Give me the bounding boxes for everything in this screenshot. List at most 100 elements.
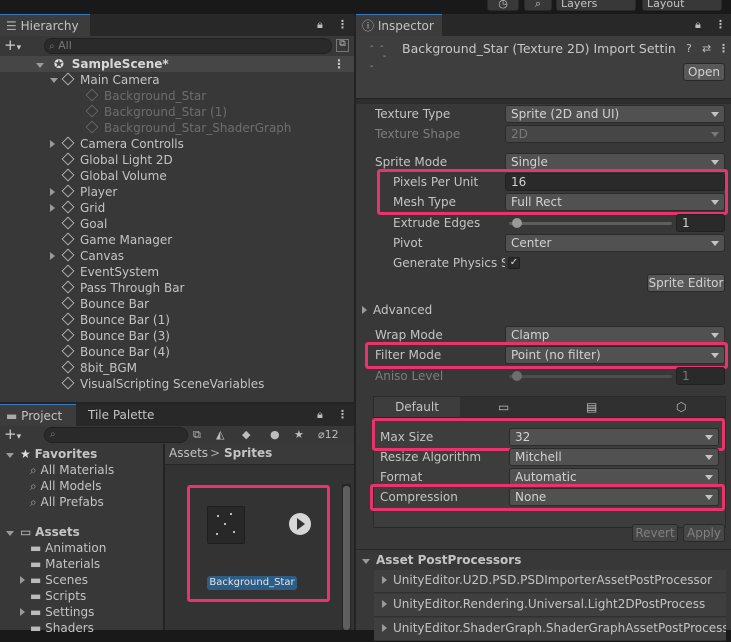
gameobject-icon <box>61 360 75 374</box>
advanced-foldout[interactable]: Advanced <box>362 300 492 320</box>
history-button[interactable]: ◷ <box>487 0 519 11</box>
texture-type-dropdown[interactable]: Sprite (2D and UI) <box>505 105 725 123</box>
breadcrumb-assets[interactable]: Assets <box>169 446 208 460</box>
fold-arrow-icon[interactable] <box>362 559 370 564</box>
resize-algorithm-dropdown[interactable]: Mitchell <box>509 448 719 466</box>
log-icon[interactable]: ● <box>270 428 280 442</box>
lock-icon[interactable]: 🔒︎ <box>317 18 323 32</box>
open-button[interactable]: Open <box>683 63 725 81</box>
filter-by-type-icon[interactable]: ◭ <box>216 428 224 442</box>
fold-arrow-icon[interactable] <box>382 600 387 608</box>
hierarchy-item[interactable]: Game Manager <box>0 232 354 248</box>
favorite-item[interactable]: ⌕ All Models <box>30 478 114 494</box>
fold-arrow-icon[interactable] <box>20 608 25 616</box>
fold-arrow-icon[interactable] <box>50 204 55 212</box>
hierarchy-item[interactable]: Background_Star_ShaderGraph <box>0 120 354 136</box>
project-scroll-thumb[interactable] <box>343 486 350 630</box>
hierarchy-item[interactable]: Bounce Bar (4) <box>0 344 354 360</box>
search-options-icon[interactable]: ⧉ <box>336 39 349 52</box>
standalone-platform-icon[interactable]: ▭ <box>498 400 509 414</box>
fold-arrow-icon[interactable] <box>50 188 55 196</box>
favorite-star-icon[interactable]: ★ <box>294 428 304 442</box>
hierarchy-item[interactable]: Goal <box>0 216 354 232</box>
tab-tile-palette[interactable]: Tile Palette <box>82 404 162 426</box>
favorite-item[interactable]: ⌕ All Prefabs <box>30 494 114 510</box>
lock-icon[interactable]: 🔒︎ <box>317 408 323 422</box>
fold-arrow-icon[interactable] <box>382 576 387 584</box>
postprocessor-item[interactable]: UnityEditor.Rendering.Universal.Light2DP… <box>374 594 726 617</box>
more-menu-icon[interactable]: ⋮ <box>337 408 348 422</box>
preset-icon[interactable]: ⇄ <box>702 42 711 56</box>
hierarchy-item[interactable]: EventSystem <box>0 264 354 280</box>
hierarchy-item[interactable]: Global Light 2D <box>0 152 354 168</box>
breadcrumb-sprites[interactable]: Sprites <box>224 446 272 460</box>
sprite-editor-button[interactable]: Sprite Editor <box>647 274 725 292</box>
lock-icon[interactable]: 🔒︎ <box>695 18 701 32</box>
fold-arrow-icon[interactable] <box>382 624 387 632</box>
project-scrollbar[interactable] <box>342 484 351 630</box>
add-object-button[interactable]: +▾ <box>4 38 21 55</box>
hierarchy-item[interactable]: Global Volume <box>0 168 354 184</box>
hierarchy-item[interactable]: Pass Through Bar <box>0 280 354 296</box>
create-asset-button[interactable]: +▾ <box>4 427 21 444</box>
fold-arrow-icon[interactable] <box>50 252 55 260</box>
webgl-platform-icon[interactable]: ⬡ <box>676 400 686 414</box>
hierarchy-item[interactable]: 8bit_BGM <box>0 360 354 376</box>
help-icon[interactable]: ? <box>686 42 692 56</box>
fold-arrow-icon[interactable] <box>50 140 55 148</box>
scene-menu-icon[interactable]: ⋮ <box>333 56 345 72</box>
tab-hierarchy[interactable]: ☰ Hierarchy <box>0 14 90 36</box>
hierarchy-item[interactable]: Background_Star <box>0 88 354 104</box>
hierarchy-item[interactable]: Camera Controlls <box>0 136 354 152</box>
folder-item[interactable]: ▬ Shaders <box>18 620 106 636</box>
extrude-edges-input[interactable]: 1 <box>676 214 725 232</box>
generate-physics-shape-checkbox[interactable]: ✓ <box>508 257 520 269</box>
tab-project[interactable]: ▬ Project <box>0 404 76 426</box>
folder-item[interactable]: ▬ Scenes <box>18 572 106 588</box>
hierarchy-item[interactable]: Player <box>0 184 354 200</box>
project-search-input[interactable]: ⌕ <box>44 427 188 443</box>
hierarchy-item[interactable]: Main Camera <box>0 72 354 88</box>
pivot-dropdown[interactable]: Center <box>505 234 725 252</box>
revert-button[interactable]: Revert <box>632 524 678 542</box>
asset-postprocessors-foldout[interactable]: Asset PostProcessors <box>362 550 662 570</box>
folder-item[interactable]: ▬ Settings <box>18 604 106 620</box>
search-by-type-icon[interactable]: ⧉ <box>193 428 201 442</box>
extrude-edges-slider[interactable] <box>509 222 672 225</box>
favorites-row[interactable]: ★ Favorites <box>6 446 97 462</box>
folder-item[interactable]: ▬ Animation <box>18 540 106 556</box>
layers-dropdown[interactable]: Layers <box>556 0 636 11</box>
extrude-edges-slider-knob[interactable] <box>512 218 522 228</box>
fold-arrow-icon[interactable] <box>6 453 14 458</box>
hierarchy-item[interactable]: Bounce Bar (1) <box>0 312 354 328</box>
folder-item[interactable]: ▬ Scripts <box>18 588 106 604</box>
filter-by-label-icon[interactable]: ◆ <box>242 428 250 442</box>
hierarchy-search-input[interactable]: ⌕ All <box>44 38 332 54</box>
fold-arrow-icon[interactable] <box>362 306 367 314</box>
hierarchy-item[interactable]: VisualScripting SceneVariables <box>0 376 354 392</box>
postprocessor-item[interactable]: UnityEditor.U2D.PSD.PSDImporterAssetPost… <box>374 570 726 593</box>
layout-dropdown[interactable]: Layout <box>642 0 722 11</box>
context-menu-icon[interactable]: ⋮ <box>718 42 729 56</box>
fold-arrow-icon[interactable] <box>50 78 58 83</box>
favorite-item[interactable]: ⌕ All Materials <box>30 462 114 478</box>
hierarchy-item[interactable]: Grid <box>0 200 354 216</box>
hierarchy-item[interactable]: Canvas <box>0 248 354 264</box>
hierarchy-item[interactable]: Bounce Bar (3) <box>0 328 354 344</box>
hierarchy-item[interactable]: Background_Star (1) <box>0 104 354 120</box>
fold-arrow-icon[interactable] <box>6 531 14 536</box>
tab-default-platform[interactable]: Default <box>374 397 460 417</box>
folder-item[interactable]: ▬ Materials <box>18 556 106 572</box>
fold-arrow-icon[interactable] <box>36 63 44 68</box>
server-platform-icon[interactable]: ▤ <box>586 400 597 414</box>
fold-arrow-icon[interactable] <box>20 576 25 584</box>
tab-inspector[interactable]: ⓘ Inspector <box>356 14 442 36</box>
hierarchy-item[interactable]: Bounce Bar <box>0 296 354 312</box>
more-menu-icon[interactable]: ⋮ <box>715 18 726 32</box>
scene-row[interactable]: ✪ SampleScene* ⋮ <box>0 56 354 72</box>
search-button[interactable]: ⌕ <box>524 0 552 11</box>
hidden-packages-icon[interactable]: ⌀12 <box>318 428 339 442</box>
more-menu-icon[interactable]: ⋮ <box>337 18 348 32</box>
apply-button[interactable]: Apply <box>683 524 725 542</box>
assets-row[interactable]: ▭ Assets <box>6 524 80 540</box>
